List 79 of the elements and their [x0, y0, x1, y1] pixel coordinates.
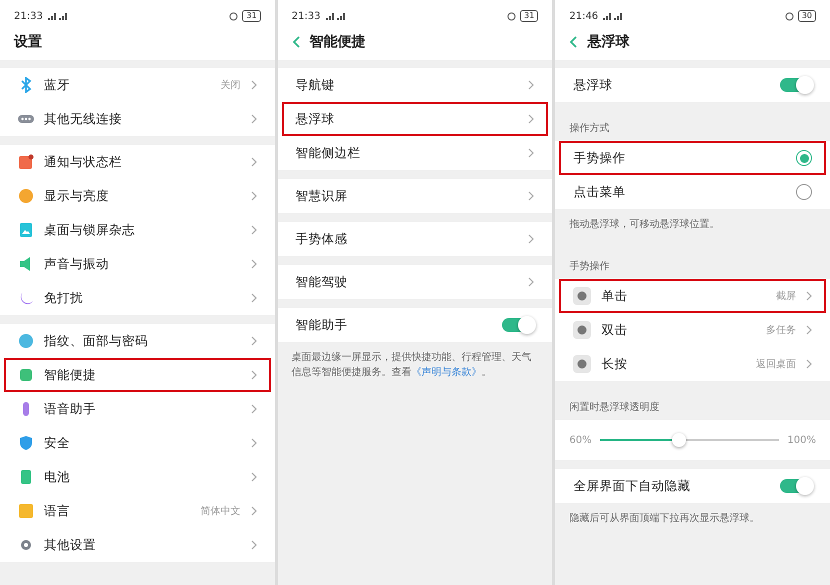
- toggle-switch[interactable]: [502, 318, 534, 332]
- chevron-icon: [806, 359, 812, 369]
- signal-icon: [324, 12, 346, 20]
- settings-item[interactable]: 电池: [4, 460, 271, 494]
- max-label: 100%: [787, 434, 816, 446]
- chevron-icon: [250, 472, 257, 482]
- settings-item: 智能助手: [282, 308, 548, 342]
- settings-item[interactable]: 单击 截屏: [559, 279, 826, 313]
- settings-item: 悬浮球: [559, 68, 826, 102]
- back-button[interactable]: [569, 36, 578, 48]
- chevron-icon: [806, 325, 812, 335]
- shield-icon: [18, 435, 34, 451]
- description-text: 桌面最边缘一屏显示，提供快捷功能、行程管理、天气信息等智能便捷服务。查看《声明与条款》。: [278, 342, 552, 388]
- settings-item[interactable]: 点击菜单: [559, 175, 826, 209]
- settings-item[interactable]: 声音与振动: [4, 247, 271, 281]
- settings-item[interactable]: 桌面与锁屏杂志: [4, 213, 271, 247]
- back-button[interactable]: [292, 36, 300, 48]
- chevron-icon: [250, 506, 257, 516]
- radio-button[interactable]: [796, 184, 812, 200]
- settings-item[interactable]: 语音助手: [4, 392, 271, 426]
- battery-indicator: 30: [798, 10, 816, 22]
- section-header: 闲置时悬浮球透明度: [555, 390, 830, 420]
- signal-icon: [602, 12, 624, 20]
- chevron-icon: [250, 259, 257, 269]
- settings-item: 全屏界面下自动隐藏: [559, 469, 826, 503]
- settings-item[interactable]: 安全: [4, 426, 271, 460]
- radio-button[interactable]: [796, 150, 812, 166]
- chevron-icon: [250, 114, 257, 124]
- chevron-icon: [250, 157, 257, 167]
- chevron-icon: [528, 191, 534, 201]
- battery-indicator: 31: [520, 10, 538, 22]
- slider-thumb[interactable]: [672, 433, 686, 447]
- chevron-icon: [250, 80, 257, 90]
- section-header: 操作方式: [555, 111, 830, 141]
- description-text: 隐藏后可从界面顶端下拉再次显示悬浮球。: [555, 503, 830, 534]
- settings-item[interactable]: 其他设置: [4, 528, 271, 562]
- settings-item[interactable]: 智能侧边栏: [282, 136, 548, 170]
- chevron-icon: [250, 540, 257, 550]
- chevron-icon: [806, 291, 812, 301]
- page-title: 悬浮球: [587, 33, 630, 51]
- chevron-icon: [250, 336, 257, 346]
- settings-item[interactable]: 免打扰: [4, 281, 271, 315]
- settings-item[interactable]: 手势操作: [559, 141, 826, 175]
- settings-item[interactable]: 通知与状态栏: [4, 145, 271, 179]
- chevron-icon: [528, 234, 534, 244]
- chevron-icon: [528, 277, 534, 287]
- page-title: 智能便捷: [310, 33, 366, 51]
- chevron-icon: [250, 370, 257, 380]
- chevron-icon: [528, 80, 534, 90]
- status-time: 21:33: [14, 10, 43, 22]
- settings-item[interactable]: 悬浮球: [282, 102, 548, 136]
- description-text: 拖动悬浮球，可移动悬浮球位置。: [555, 209, 830, 240]
- settings-item[interactable]: 导航键: [282, 68, 548, 102]
- settings-item[interactable]: 显示与亮度: [4, 179, 271, 213]
- chevron-icon: [528, 114, 534, 124]
- chevron-icon: [250, 438, 257, 448]
- settings-item[interactable]: 语言 简体中文: [4, 494, 271, 528]
- min-label: 60%: [569, 434, 592, 446]
- settings-item[interactable]: 双击 多任务: [559, 313, 826, 347]
- signal-icon: [46, 12, 69, 20]
- chevron-icon: [250, 225, 257, 235]
- chevron-icon: [250, 191, 257, 201]
- settings-item[interactable]: 智能便捷: [4, 358, 271, 392]
- notification-icon: [18, 154, 34, 170]
- chevron-icon: [528, 148, 534, 158]
- chevron-icon: [250, 293, 257, 303]
- toggle-switch[interactable]: [780, 78, 812, 92]
- page-title: 设置: [14, 33, 42, 51]
- section-header: 手势操作: [555, 249, 830, 279]
- settings-item[interactable]: 长按 返回桌面: [559, 347, 826, 381]
- chevron-icon: [250, 404, 257, 414]
- status-time: 21:46: [569, 10, 598, 22]
- settings-item[interactable]: 蓝牙 关闭: [4, 68, 271, 102]
- battery-indicator: 31: [242, 10, 261, 22]
- wallpaper-icon: [18, 222, 34, 238]
- toggle-switch[interactable]: [780, 479, 812, 493]
- settings-item[interactable]: 指纹、面部与密码: [4, 324, 271, 358]
- settings-item[interactable]: 其他无线连接: [4, 102, 271, 136]
- status-time: 21:33: [292, 10, 320, 22]
